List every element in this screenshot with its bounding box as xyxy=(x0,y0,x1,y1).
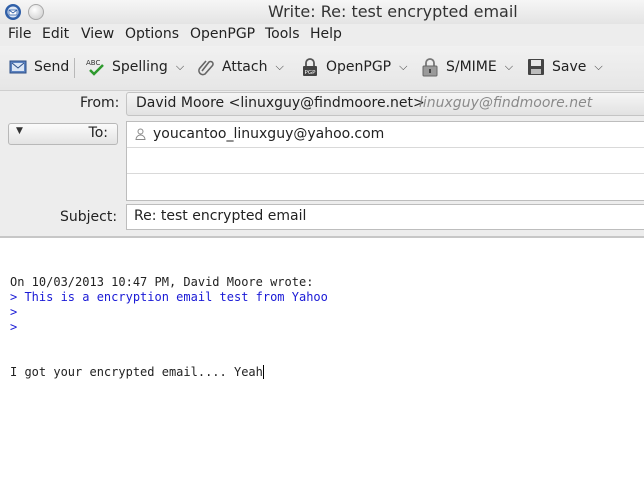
toolbar-separator xyxy=(74,58,75,78)
pgp-lock-icon: PGP xyxy=(303,58,317,76)
reply-line: I got your encrypted email.... Yeah xyxy=(10,365,264,379)
chevron-down-icon[interactable]: ⌵ xyxy=(176,60,184,74)
smime-button[interactable]: S/MIME ⌵ xyxy=(420,56,513,78)
message-body-editor[interactable]: On 10/03/2013 10:47 PM, David Moore wrot… xyxy=(0,238,644,504)
svg-text:PGP: PGP xyxy=(305,70,317,76)
recipient-row-empty[interactable] xyxy=(127,148,644,174)
window-title: Write: Re: test encrypted email xyxy=(268,2,518,21)
dropdown-arrow-icon: ▼ xyxy=(16,126,23,136)
subject-value: Re: test encrypted email xyxy=(134,208,307,224)
text-cursor xyxy=(262,365,264,379)
subject-input[interactable]: Re: test encrypted email xyxy=(126,204,644,230)
send-button[interactable]: Send xyxy=(8,56,69,78)
spelling-button[interactable]: ABC Spelling ⌵ xyxy=(86,56,184,78)
compose-header: From: David Moore <linuxguy@findmoore.ne… xyxy=(0,91,644,237)
floppy-disk-icon xyxy=(528,59,544,75)
menu-file[interactable]: File xyxy=(8,26,31,42)
svg-text:ABC: ABC xyxy=(86,59,100,67)
quoted-line: > xyxy=(10,320,18,334)
spellcheck-icon: ABC xyxy=(86,59,104,76)
recipient-row-empty[interactable] xyxy=(127,174,644,199)
from-identity-hint: linuxguy@findmoore.net xyxy=(419,95,593,111)
quoted-line: > This is a encryption email test from Y… xyxy=(10,290,328,304)
quoted-line: > xyxy=(10,305,18,319)
title-bar: Write: Re: test encrypted email xyxy=(0,0,644,24)
menu-openpgp[interactable]: OpenPGP xyxy=(190,26,255,42)
menu-bar: File Edit View Options OpenPGP Tools Hel… xyxy=(0,24,644,46)
menu-options[interactable]: Options xyxy=(125,26,179,42)
save-button[interactable]: Save ⌵ xyxy=(526,56,603,78)
window-menu-button[interactable] xyxy=(28,4,44,20)
attribution-line: On 10/03/2013 10:47 PM, David Moore wrot… xyxy=(10,275,314,289)
person-icon xyxy=(135,128,146,140)
from-value: David Moore <linuxguy@findmoore.net> xyxy=(136,95,425,111)
recipient-list: youcantoo_linuxguy@yahoo.com xyxy=(126,121,644,201)
attach-button[interactable]: Attach ⌵ xyxy=(196,56,284,78)
menu-edit[interactable]: Edit xyxy=(42,26,69,42)
paperclip-icon xyxy=(198,60,214,76)
chevron-down-icon[interactable]: ⌵ xyxy=(594,60,602,74)
to-label: To: xyxy=(88,125,108,141)
smime-lock-icon xyxy=(422,58,438,77)
recipient-address: youcantoo_linuxguy@yahoo.com xyxy=(153,126,385,142)
recipient-type-button[interactable]: ▼ To: xyxy=(8,123,118,145)
openpgp-button[interactable]: PGP OpenPGP ⌵ xyxy=(300,56,407,78)
from-select[interactable]: David Moore <linuxguy@findmoore.net> lin… xyxy=(126,92,644,116)
menu-tools[interactable]: Tools xyxy=(265,26,300,42)
compose-toolbar: Send ABC Spelling ⌵ Attach ⌵ PGP OpenPGP… xyxy=(0,46,644,91)
recipient-row[interactable]: youcantoo_linuxguy@yahoo.com xyxy=(127,122,644,148)
menu-help[interactable]: Help xyxy=(310,26,342,42)
menu-view[interactable]: View xyxy=(81,26,114,42)
chevron-down-icon[interactable]: ⌵ xyxy=(505,60,513,74)
thunderbird-app-icon[interactable] xyxy=(4,3,22,21)
chevron-down-icon[interactable]: ⌵ xyxy=(399,60,407,74)
chevron-down-icon[interactable]: ⌵ xyxy=(275,60,283,74)
send-icon xyxy=(9,60,27,74)
reply-text: I got your encrypted email.... Yeah xyxy=(10,365,263,379)
subject-label: Subject: xyxy=(60,209,118,225)
from-label: From: xyxy=(80,95,120,111)
